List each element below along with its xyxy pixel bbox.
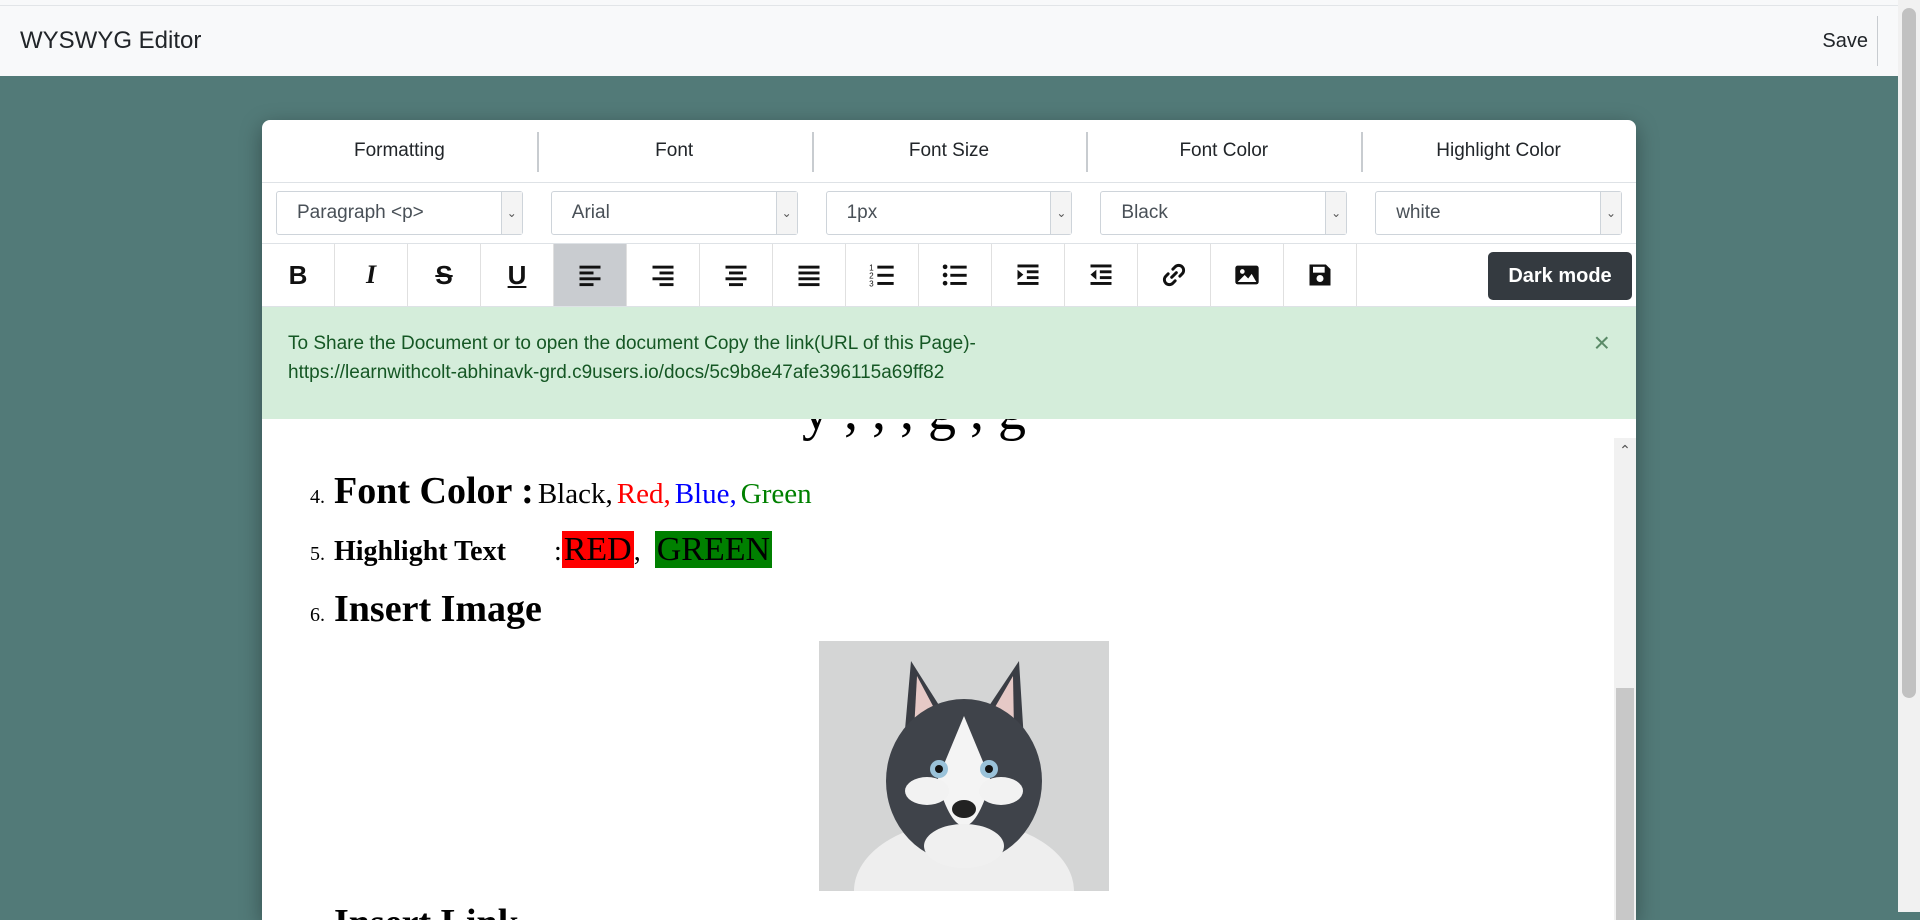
inserted-image[interactable] (819, 641, 1109, 891)
formatting-cell: Paragraph <p> ⌄ (262, 183, 537, 243)
tab-formatting[interactable]: Formatting (262, 120, 537, 182)
strikethrough-icon: S (435, 259, 453, 290)
italic-button[interactable]: I (335, 244, 408, 306)
italic-icon: I (365, 260, 377, 289)
underline-button[interactable]: U (481, 244, 554, 306)
font-color-select[interactable]: Black ⌄ (1100, 191, 1348, 235)
format-toolbar: B I S U 123 Dark mode (262, 244, 1636, 307)
align-center-icon (725, 265, 747, 287)
alert-text-line1: To Share the Document or to open the doc… (288, 333, 976, 354)
tab-font-color[interactable]: Font Color (1086, 120, 1361, 182)
font-size-select[interactable]: 1px ⌄ (825, 191, 1073, 235)
navbar: WYSWYG Editor Save (0, 6, 1898, 76)
unordered-list-button[interactable] (919, 244, 992, 306)
dark-mode-button[interactable]: Dark mode (1488, 252, 1632, 300)
align-justify-button[interactable] (773, 244, 846, 306)
indent-icon (1017, 264, 1039, 285)
chevron-down-icon[interactable]: ⌄ (1050, 192, 1072, 234)
page-scrollbar[interactable] (1898, 0, 1920, 912)
color-word-green: Green (740, 478, 812, 510)
highlight-color-cell: white ⌄ (1361, 183, 1636, 243)
outdent-icon (1090, 264, 1112, 285)
list-heading: Highlight Text (334, 536, 506, 567)
content-scrollbar-thumb[interactable] (1616, 688, 1634, 920)
chevron-down-icon[interactable]: ⌄ (775, 192, 797, 234)
ordered-list-button[interactable]: 123 (846, 244, 919, 306)
align-justify-icon (798, 265, 820, 287)
color-word-black: Black, (537, 478, 613, 510)
formatting-select-value: Paragraph <p> (297, 202, 424, 223)
align-left-button[interactable] (554, 244, 627, 306)
highlight-red: RED (561, 531, 634, 568)
font-color-cell: Black ⌄ (1086, 183, 1361, 243)
align-center-button[interactable] (700, 244, 773, 306)
page-scrollbar-thumb[interactable] (1902, 8, 1916, 698)
image-button[interactable] (1211, 244, 1284, 306)
list-item: 4. Font Color : Black, Red, Blue, Green (310, 469, 812, 513)
align-right-icon (652, 265, 674, 287)
save-button[interactable] (1284, 244, 1357, 306)
tab-highlight-color[interactable]: Highlight Color (1361, 120, 1636, 182)
chevron-down-icon[interactable]: ⌄ (1599, 192, 1621, 234)
save-link[interactable]: Save (1822, 30, 1868, 53)
svg-text:3: 3 (869, 280, 874, 289)
unordered-list-icon (942, 264, 967, 286)
tab-font-size[interactable]: Font Size (811, 120, 1087, 182)
separator: : (553, 536, 562, 567)
close-icon[interactable]: × (1594, 329, 1610, 357)
list-number: 4. (310, 486, 325, 508)
list-number: 5. (310, 543, 325, 565)
color-word-blue: Blue, (674, 478, 737, 510)
document-content[interactable]: y , , , g , g 4. Font Color : Black, Red… (262, 419, 1614, 920)
list-item: 7. Insert Link (310, 901, 519, 920)
content-scrollbar[interactable]: ⌃ (1614, 438, 1636, 920)
bold-button[interactable]: B (262, 244, 335, 306)
list-number: 6. (310, 604, 325, 626)
ordered-list-icon: 123 (869, 263, 894, 289)
highlight-color-select[interactable]: white ⌄ (1375, 191, 1622, 235)
list-item: 5. Highlight Text :RED, GREEN (310, 531, 773, 568)
underline-icon: U (507, 259, 527, 290)
color-word-red: Red, (616, 478, 671, 510)
editor-panel: Formatting Font Font Size Font Color Hig… (262, 120, 1636, 920)
tab-font[interactable]: Font (536, 120, 812, 182)
puppy-image (819, 641, 1109, 891)
link-button[interactable] (1138, 244, 1211, 306)
font-color-select-value: Black (1121, 202, 1168, 223)
indent-button[interactable] (992, 244, 1065, 306)
save-icon (1309, 264, 1331, 286)
strikethrough-button[interactable]: S (408, 244, 481, 306)
font-size-select-value: 1px (846, 202, 878, 223)
image-icon (1235, 265, 1259, 285)
font-select[interactable]: Arial ⌄ (550, 191, 798, 235)
list-heading: Font Color : (334, 470, 534, 512)
chevron-down-icon[interactable]: ⌄ (1325, 192, 1347, 234)
font-cell: Arial ⌄ (537, 183, 812, 243)
tab-row: Formatting Font Font Size Font Color Hig… (262, 120, 1636, 183)
formatting-select[interactable]: Paragraph <p> ⌄ (276, 191, 523, 235)
font-size-cell: 1px ⌄ (812, 183, 1087, 243)
chevron-up-icon[interactable]: ⌃ (1614, 442, 1636, 459)
highlight-color-select-value: white (1396, 202, 1441, 223)
font-select-value: Arial (571, 202, 610, 223)
outdent-button[interactable] (1065, 244, 1138, 306)
alert-text-line2: https://learnwithcolt-abhinavk-grd.c9use… (288, 362, 945, 383)
chevron-down-icon[interactable]: ⌄ (500, 192, 522, 234)
align-right-button[interactable] (627, 244, 700, 306)
app-title[interactable]: WYSWYG Editor (20, 27, 201, 55)
highlight-green: GREEN (654, 531, 773, 568)
bold-icon: B (288, 259, 308, 290)
list-heading: Insert Link (334, 902, 519, 920)
align-left-icon (579, 265, 601, 287)
nav-divider (1877, 16, 1878, 66)
list-heading: Insert Image (334, 588, 542, 630)
list-item: 6. Insert Image (310, 587, 542, 631)
clipped-text-line: y , , , g , g (802, 419, 1026, 443)
link-icon (1162, 263, 1186, 287)
share-alert: To Share the Document or to open the doc… (262, 307, 1636, 419)
select-row: Paragraph <p> ⌄ Arial ⌄ 1px ⌄ Black ⌄ wh (262, 183, 1636, 244)
